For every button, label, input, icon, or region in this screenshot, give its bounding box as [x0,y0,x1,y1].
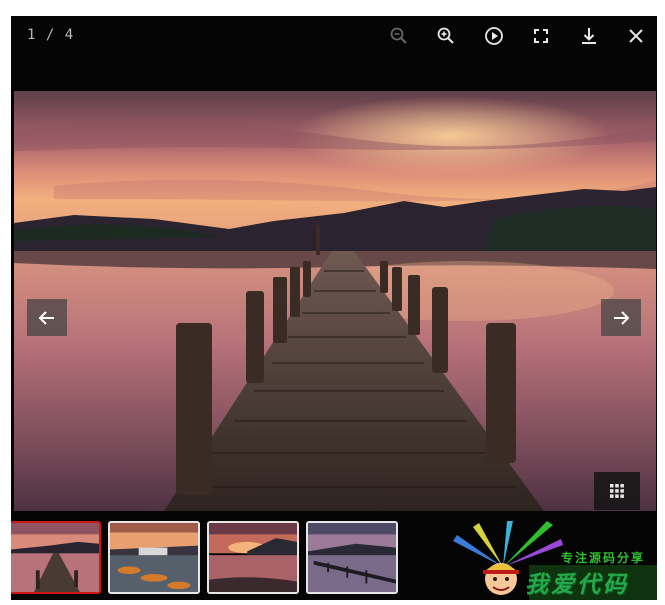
zoom-out-icon [390,27,407,44]
fullscreen-button[interactable] [529,24,553,48]
image-counter: 1 / 4 [27,27,75,43]
play-icon [485,27,503,45]
thumbnail-2[interactable] [108,521,200,594]
next-image-button[interactable] [601,299,641,336]
grid-icon [610,484,624,498]
watermark-tagline: 专注源码分享 [561,551,646,565]
play-slideshow-button[interactable] [482,24,506,48]
close-icon [629,29,643,43]
thumbnail-1[interactable] [11,521,101,594]
main-image[interactable] [14,91,656,511]
watermark-title: 我爱代码 [525,572,629,598]
image-viewer: 1 / 4 专注源码分享 我爱代码 [11,16,657,600]
zoom-out-button[interactable] [387,24,411,48]
fullscreen-icon [534,29,548,43]
previous-image-button[interactable] [27,299,67,336]
thumbnail-toggle-button[interactable] [594,472,640,510]
download-button[interactable] [577,24,601,48]
zoom-in-icon [437,27,454,44]
thumbnail-4[interactable] [306,521,398,594]
download-icon [582,28,596,44]
watermark-logo: 专注源码分享 我爱代码 [443,521,657,600]
zoom-in-button[interactable] [434,24,458,48]
thumbnail-3[interactable] [207,521,299,594]
arrow-right-icon [614,310,630,325]
arrow-left-icon [38,310,54,325]
thumbnail-strip: 专注源码分享 我爱代码 [11,519,657,600]
viewer-toolbar: 1 / 4 [11,16,657,56]
close-button[interactable] [624,24,648,48]
